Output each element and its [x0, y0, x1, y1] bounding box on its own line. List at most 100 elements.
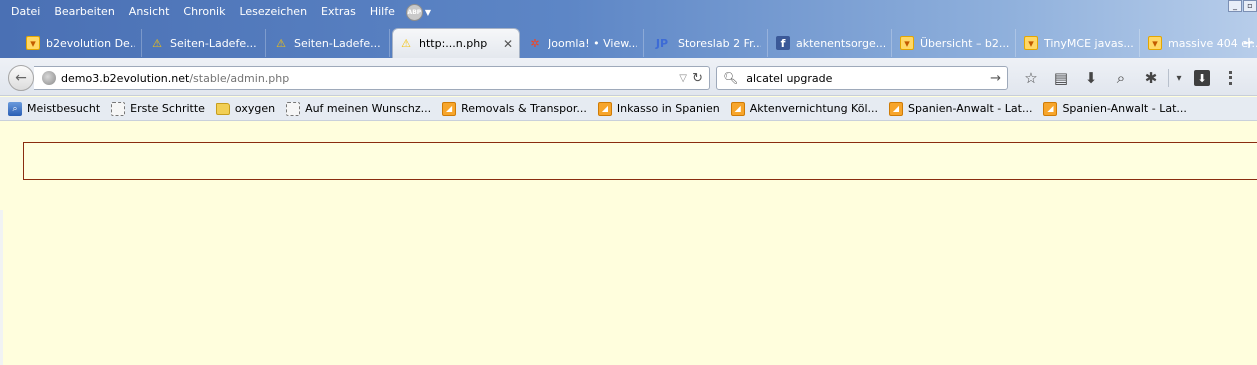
bookmark-label: Meistbesucht — [27, 102, 101, 115]
warning-icon: ⚠ — [152, 36, 162, 50]
bookmark-item[interactable]: ◢ Spanien-Anwalt - Lat... — [1043, 101, 1187, 116]
folder-icon — [215, 102, 230, 115]
tab[interactable]: ✲ Joomla! • View... — [522, 29, 644, 57]
warning-icon: ⚠ — [276, 36, 286, 50]
history-dropdown-icon[interactable]: ▽ — [679, 73, 687, 84]
rss-icon: ◢ — [1043, 101, 1058, 116]
menu-datei[interactable]: Datei — [4, 0, 47, 24]
rss-icon: ◢ — [730, 101, 745, 116]
joomla-icon: ✲ — [530, 36, 540, 50]
tab-strip: ▾ b2evolution De... ⚠ Seiten-Ladefe... ⚠ Seit… — [20, 28, 1257, 58]
bookmark-item[interactable]: Erste Schritte — [111, 101, 205, 116]
reload-icon[interactable]: ↻ — [692, 71, 703, 86]
search-input[interactable]: alcatel upgrade — [746, 72, 832, 85]
bookmark-star-icon[interactable]: ☆ — [1016, 67, 1046, 89]
bookmark-item[interactable]: ◢ Removals & Transpor... — [442, 101, 587, 116]
rss-icon: ◢ — [889, 101, 903, 116]
bookmark-label: Spanien-Anwalt - Lat... — [1062, 102, 1187, 115]
sidebar-search-icon[interactable]: ⌕ — [1106, 67, 1136, 89]
bookmark-label: Inkasso in Spanien — [616, 102, 720, 115]
browser-titlebar: Datei Bearbeiten Ansicht Chronik Lesezei… — [0, 0, 1257, 58]
bookmark-item[interactable]: ⌕ Meistbesucht — [8, 101, 101, 116]
save-page-icon[interactable]: ⬇ — [1187, 67, 1217, 89]
bookmark-label: Auf meinen Wunschz... — [305, 102, 432, 115]
adblock-plus-label: ABP — [407, 8, 422, 16]
bookmark-item[interactable]: ◢ Aktenvernichtung Köl... — [730, 101, 878, 116]
url-bar[interactable]: demo3.b2evolution.net/stable/admin.php ▽… — [34, 66, 710, 90]
tab[interactable]: JP Storeslab 2 Fr... — [646, 29, 768, 57]
menu-lesezeichen[interactable]: Lesezeichen — [232, 0, 314, 24]
search-go-icon[interactable]: → — [990, 71, 1001, 86]
message-box — [23, 142, 1257, 180]
window-controls: _ ▫ — [1227, 0, 1257, 12]
new-tab-button[interactable]: + — [1241, 31, 1257, 55]
bookmark-item[interactable]: oxygen — [215, 102, 276, 115]
download-icon[interactable]: ⬇ — [1076, 67, 1106, 89]
menu-hilfe[interactable]: Hilfe — [363, 0, 402, 24]
warning-icon: ⚠ — [401, 37, 411, 50]
tab-active[interactable]: ⚠ http:...n.php ✕ — [392, 28, 520, 58]
search-bar[interactable]: 🔍︎ alcatel upgrade → — [716, 66, 1008, 90]
menu-extras[interactable]: Extras — [314, 0, 363, 24]
blank-page-icon — [286, 101, 301, 116]
close-icon[interactable]: ✕ — [497, 37, 513, 51]
tab-label: TinyMCE javas... — [1044, 36, 1133, 50]
most-visited-icon: ⌕ — [8, 101, 22, 116]
addon-icon[interactable]: ✱ — [1136, 67, 1166, 89]
bookmark-label: Aktenvernichtung Köl... — [749, 102, 878, 115]
arrow-left-icon: ← — [15, 70, 27, 86]
rss-icon: ◢ — [442, 101, 457, 116]
menu-bearbeiten[interactable]: Bearbeiten — [47, 0, 121, 24]
blank-page-icon — [111, 101, 126, 116]
tab-label: http:...n.php — [419, 37, 488, 50]
url-text: demo3.b2evolution.net/stable/admin.php — [61, 72, 289, 85]
bookmarks-list-icon[interactable]: ▤ — [1046, 67, 1076, 89]
tab-label: Storeslab 2 Fr... — [678, 36, 761, 50]
rss-icon: ◢ — [597, 101, 612, 116]
left-edge-strip — [0, 210, 3, 365]
tab[interactable]: ⚠ Seiten-Ladefe... — [268, 29, 390, 57]
menu-overflow-icon[interactable] — [1229, 71, 1233, 85]
tab-label: b2evolution De... — [46, 36, 135, 50]
tab-label: Seiten-Ladefe... — [170, 36, 257, 50]
chevron-down-icon[interactable]: ▾ — [1171, 67, 1187, 89]
tab[interactable]: ▾ b2evolution De... — [20, 29, 142, 57]
adblock-plus-icon[interactable]: ABP — [405, 3, 423, 21]
bookmark-item[interactable]: ◢ Spanien-Anwalt - Lat... — [889, 101, 1033, 116]
b2evolution-icon: ▾ — [26, 36, 40, 50]
b2evolution-icon: ▾ — [900, 36, 914, 50]
tab-label: Seiten-Ladefe... — [294, 36, 381, 50]
url-path: /stable/admin.php — [189, 71, 290, 85]
bookmark-label: Erste Schritte — [130, 102, 205, 115]
tab[interactable]: ▾ Übersicht – b2... — [894, 29, 1016, 57]
tab-label: Übersicht – b2... — [920, 36, 1009, 50]
menu-chronik[interactable]: Chronik — [176, 0, 232, 24]
chevron-down-icon[interactable]: ▼ — [425, 8, 431, 17]
tab[interactable]: ▾ massive 404 er... — [1142, 29, 1257, 57]
page-content — [0, 122, 1257, 365]
facebook-icon: f — [776, 36, 790, 50]
b2evolution-icon: ▾ — [1148, 36, 1162, 50]
menu-ansicht[interactable]: Ansicht — [122, 0, 177, 24]
url-host: demo3.b2evolution.net — [61, 71, 190, 85]
search-icon: 🔍︎ — [723, 71, 739, 85]
tab-label: Joomla! • View... — [548, 36, 637, 50]
tab[interactable]: f aktenentsorge... — [770, 29, 892, 57]
bookmark-label: Removals & Transpor... — [461, 102, 587, 115]
bookmark-item[interactable]: ◢ Inkasso in Spanien — [597, 101, 720, 116]
jp-icon: JP — [655, 36, 669, 50]
navigation-toolbar: ← demo3.b2evolution.net/stable/admin.php… — [0, 58, 1257, 96]
toolbar-icons: ☆ ▤ ⬇ ⌕ ✱ ▾ ⬇ — [1016, 67, 1233, 89]
tab-label: aktenentsorge... — [796, 36, 885, 50]
bookmark-label: Spanien-Anwalt - Lat... — [908, 102, 1033, 115]
bookmark-item[interactable]: Auf meinen Wunschz... — [286, 101, 432, 116]
bookmark-label: oxygen — [234, 102, 276, 115]
maximize-button[interactable]: ▫ — [1243, 0, 1257, 12]
tab[interactable]: ⚠ Seiten-Ladefe... — [144, 29, 266, 57]
globe-icon — [42, 71, 56, 85]
menu-bar: Datei Bearbeiten Ansicht Chronik Lesezei… — [0, 0, 431, 24]
b2evolution-icon: ▾ — [1024, 36, 1038, 50]
tab[interactable]: ▾ TinyMCE javas... — [1018, 29, 1140, 57]
back-button[interactable]: ← — [8, 65, 34, 91]
minimize-button[interactable]: _ — [1228, 0, 1242, 12]
